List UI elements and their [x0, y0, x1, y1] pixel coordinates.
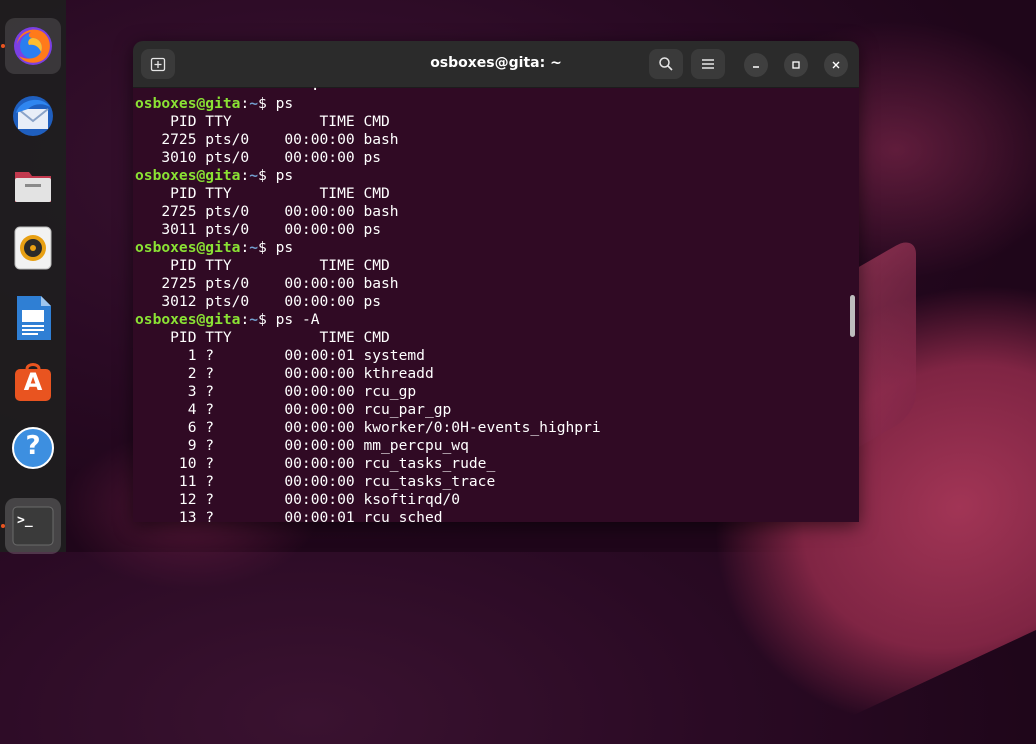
- writer-icon: [17, 296, 51, 340]
- prompt-separator: :: [240, 167, 250, 184]
- help-glyph: ?: [25, 431, 41, 461]
- prompt-path: ~: [249, 95, 259, 112]
- terminal-window: osboxes@gita: ~ osboxes@gita:~$ ps PID T…: [133, 41, 859, 522]
- prompt-separator: :: [240, 239, 250, 256]
- prompt-user: osboxes@gita: [135, 167, 241, 184]
- output-line: .: [135, 87, 601, 95]
- command-text: ps -A: [275, 311, 320, 328]
- dock-item-files[interactable]: [5, 158, 61, 214]
- command-text: ps: [275, 239, 294, 256]
- search-icon: [659, 57, 673, 71]
- terminal-output[interactable]: .osboxes@gita:~$ ps PID TTY TIME CMD 272…: [133, 87, 859, 522]
- command-text: ps: [275, 167, 294, 184]
- menu-button[interactable]: [691, 49, 725, 79]
- hamburger-menu-icon: [702, 59, 714, 69]
- dock-item-thunderbird[interactable]: [5, 88, 61, 144]
- output-line: 10 ? 00:00:00 rcu_tasks_rude_: [135, 455, 496, 472]
- close-button[interactable]: [824, 53, 848, 77]
- scrollbar[interactable]: [850, 295, 855, 337]
- terminal-lines: .osboxes@gita:~$ ps PID TTY TIME CMD 272…: [135, 87, 601, 522]
- output-line: 1 ? 00:00:01 systemd: [135, 347, 425, 364]
- rhythmbox-icon: [14, 226, 52, 270]
- output-line: 2 ? 00:00:00 kthreadd: [135, 365, 434, 382]
- files-icon: [15, 172, 51, 202]
- output-line: 6 ? 00:00:00 kworker/0:0H-events_highpri: [135, 419, 601, 436]
- output-line: 3011 pts/0 00:00:00 ps: [135, 221, 382, 238]
- output-line: PID TTY TIME CMD: [135, 113, 390, 130]
- output-line: 2725 pts/0 00:00:00 bash: [135, 275, 399, 292]
- prompt-line: osboxes@gita:~$ ps -A: [135, 311, 601, 329]
- prompt-user: osboxes@gita: [135, 311, 241, 328]
- prompt-symbol: $: [258, 95, 276, 112]
- minimize-button[interactable]: [744, 53, 768, 77]
- app-center-glyph: A: [23, 368, 43, 396]
- maximize-icon: [792, 61, 800, 69]
- title-bar: osboxes@gita: ~: [133, 41, 859, 88]
- prompt-separator: :: [240, 95, 250, 112]
- prompt-path: ~: [249, 167, 259, 184]
- prompt-user: osboxes@gita: [135, 239, 241, 256]
- prompt-path: ~: [249, 311, 259, 328]
- output-line: 13 ? 00:00:01 rcu_sched: [135, 509, 443, 522]
- running-indicator: [1, 44, 5, 48]
- output-line: PID TTY TIME CMD: [135, 185, 390, 202]
- dock-item-rhythmbox[interactable]: [5, 220, 61, 276]
- prompt-symbol: $: [258, 167, 276, 184]
- prompt-line: osboxes@gita:~$ ps: [135, 239, 601, 257]
- dock: A ? >_: [0, 0, 66, 554]
- output-line: 3010 pts/0 00:00:00 ps: [135, 149, 382, 166]
- prompt-user: osboxes@gita: [135, 95, 241, 112]
- dock-item-terminal[interactable]: >_: [5, 498, 61, 554]
- output-line: PID TTY TIME CMD: [135, 257, 390, 274]
- close-icon: [832, 61, 840, 69]
- thunderbird-icon: [13, 96, 53, 136]
- output-line: 3012 pts/0 00:00:00 ps: [135, 293, 382, 310]
- dock-item-help[interactable]: ?: [5, 420, 61, 476]
- dock-item-app-center[interactable]: A: [5, 354, 61, 410]
- output-line: 12 ? 00:00:00 ksoftirqd/0: [135, 491, 461, 508]
- prompt-symbol: $: [258, 311, 276, 328]
- maximize-button[interactable]: [784, 53, 808, 77]
- prompt-separator: :: [240, 311, 250, 328]
- prompt-symbol: $: [258, 239, 276, 256]
- prompt-line: osboxes@gita:~$ ps: [135, 95, 601, 113]
- output-line: 2725 pts/0 00:00:00 bash: [135, 203, 399, 220]
- dock-item-writer[interactable]: [5, 290, 61, 346]
- output-line: 2725 pts/0 00:00:00 bash: [135, 131, 399, 148]
- dock-item-firefox[interactable]: [5, 18, 61, 74]
- firefox-icon: [14, 27, 52, 65]
- running-indicator: [1, 524, 5, 528]
- command-text: ps: [275, 95, 294, 112]
- prompt-path: ~: [249, 239, 259, 256]
- output-line: PID TTY TIME CMD: [135, 329, 390, 346]
- output-line: 3 ? 00:00:00 rcu_gp: [135, 383, 417, 400]
- output-line: 9 ? 00:00:00 mm_percpu_wq: [135, 437, 469, 454]
- prompt-line: osboxes@gita:~$ ps: [135, 167, 601, 185]
- terminal-glyph: >_: [17, 513, 33, 528]
- output-line: 4 ? 00:00:00 rcu_par_gp: [135, 401, 452, 418]
- output-line: 11 ? 00:00:00 rcu_tasks_trace: [135, 473, 496, 490]
- minimize-icon: [753, 66, 759, 68]
- search-button[interactable]: [649, 49, 683, 79]
